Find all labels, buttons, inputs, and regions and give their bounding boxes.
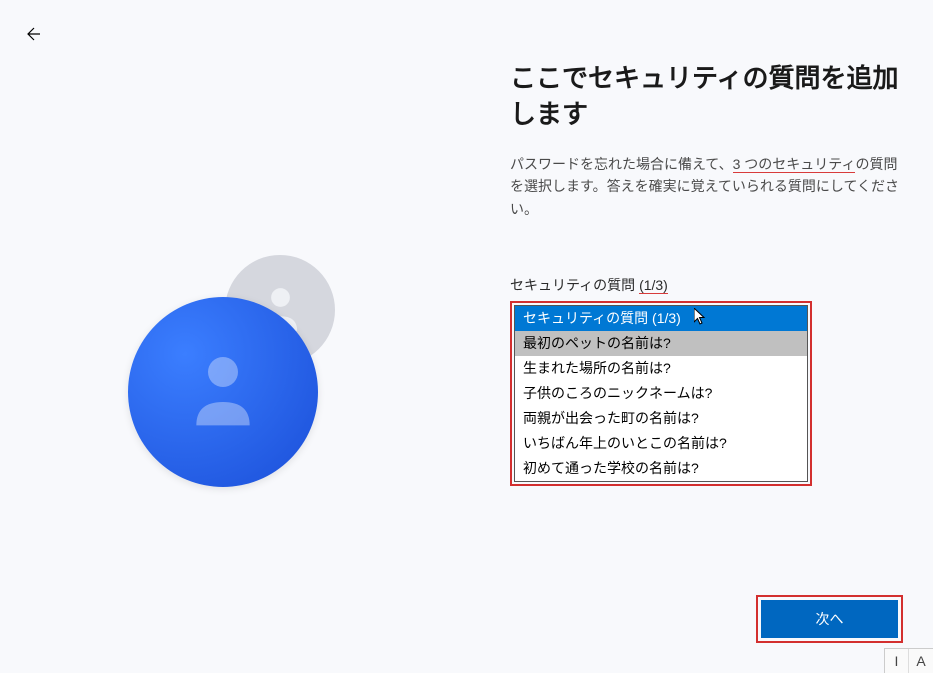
description-highlight: 3 つのセキュリティ [733,156,856,173]
person-icon [188,352,258,432]
dropdown-selected[interactable]: セキュリティの質問 (1/3) [515,306,807,331]
description-text: パスワードを忘れた場合に備えて、 [510,156,733,172]
dropdown-option[interactable]: 初めて通った学校の名前は? [515,456,807,481]
question-label-text: セキュリティの質問 [510,277,639,293]
arrow-left-icon [26,26,42,42]
dropdown-highlight-box: セキュリティの質問 (1/3) 最初のペットの名前は? 生まれた場所の名前は? … [510,301,812,486]
next-button-highlight: 次へ [756,595,903,643]
user-illustration [110,225,370,485]
dropdown-option[interactable]: 両親が出会った町の名前は? [515,406,807,431]
question-label: セキュリティの質問 (1/3) [510,275,900,295]
ime-lang-mode[interactable]: A [909,649,933,673]
ime-indicator: I A [884,648,933,673]
next-button[interactable]: 次へ [761,600,898,638]
user-avatar-large [128,297,318,487]
dropdown-option[interactable]: 生まれた場所の名前は? [515,356,807,381]
ime-input-mode[interactable]: I [885,649,909,673]
dropdown-option[interactable]: いちばん年上のいとこの名前は? [515,431,807,456]
back-button[interactable] [26,26,46,46]
question-count: (1/3) [639,277,668,294]
security-question-dropdown[interactable]: セキュリティの質問 (1/3) 最初のペットの名前は? 生まれた場所の名前は? … [514,305,808,482]
dropdown-option[interactable]: 最初のペットの名前は? [515,331,807,356]
page-title: ここでセキュリティの質問を追加します [510,60,900,133]
dropdown-option[interactable]: 子供のころのニックネームは? [515,381,807,406]
content-panel: ここでセキュリティの質問を追加します パスワードを忘れた場合に備えて、3 つのセ… [510,60,900,486]
page-description: パスワードを忘れた場合に備えて、3 つのセキュリティの質問を選択します。答えを確… [510,153,900,220]
